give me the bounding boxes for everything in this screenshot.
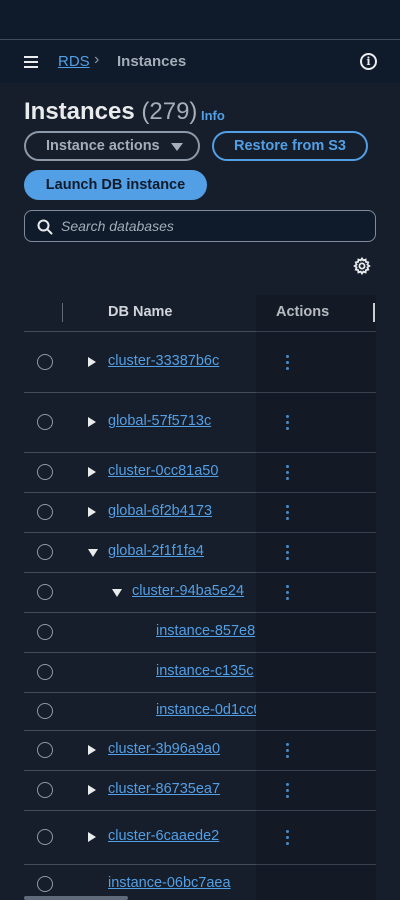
column-resize-handle[interactable] xyxy=(373,303,375,322)
row-select-radio[interactable] xyxy=(37,504,53,520)
row-select-radio[interactable] xyxy=(37,354,53,370)
table-row: cluster-3b96a9a0 xyxy=(24,731,376,771)
vertical-ellipsis-icon[interactable] xyxy=(286,465,290,481)
horizontal-scrollbar[interactable] xyxy=(24,896,128,900)
caret-right-icon[interactable] xyxy=(88,467,96,477)
row-select-radio[interactable] xyxy=(37,664,53,680)
vertical-ellipsis-icon[interactable] xyxy=(286,545,290,561)
row-select-radio[interactable] xyxy=(37,544,53,560)
search-databases-input[interactable] xyxy=(61,211,361,241)
db-name-link[interactable]: instance-c135c xyxy=(156,663,254,679)
page-title: Instances (279) xyxy=(24,98,197,126)
column-divider[interactable] xyxy=(62,303,63,322)
table-row: cluster-0cc81a50 xyxy=(24,453,376,493)
row-select-radio[interactable] xyxy=(37,624,53,640)
search-icon xyxy=(37,219,53,235)
row-select-radio[interactable] xyxy=(37,703,53,719)
table-row: instance-857e8 xyxy=(24,613,376,653)
hamburger-menu-icon[interactable] xyxy=(24,56,38,68)
caret-right-icon[interactable] xyxy=(88,832,96,842)
row-select-radio[interactable] xyxy=(37,464,53,480)
vertical-ellipsis-icon[interactable] xyxy=(286,505,290,521)
breadcrumb-rds-link[interactable]: RDS xyxy=(58,53,90,70)
db-name-link[interactable]: cluster-94ba5e24 xyxy=(132,583,244,599)
vertical-ellipsis-icon[interactable] xyxy=(286,830,290,846)
info-circle-icon[interactable]: i xyxy=(360,53,377,70)
instance-actions-label: Instance actions xyxy=(46,138,160,154)
db-name-cell: instance-c135c xyxy=(156,662,256,684)
breadcrumb-separator-icon: › xyxy=(94,51,100,68)
caret-right-icon[interactable] xyxy=(88,745,96,755)
caret-right-icon[interactable] xyxy=(88,507,96,517)
restore-from-s3-button[interactable]: Restore from S3 xyxy=(212,131,368,161)
breadcrumb-bar: RDS › Instances i xyxy=(0,41,400,83)
db-name-link[interactable]: cluster-6caaede2 xyxy=(108,828,219,844)
table-header-divider xyxy=(24,331,376,332)
vertical-ellipsis-icon[interactable] xyxy=(286,415,290,431)
row-select-radio[interactable] xyxy=(37,584,53,600)
table-row: cluster-86735ea7 xyxy=(24,771,376,811)
instance-count: (279) xyxy=(141,98,198,125)
db-name-link[interactable]: cluster-86735ea7 xyxy=(108,781,220,797)
column-header-actions: Actions xyxy=(276,304,330,320)
top-navigation-bar xyxy=(0,0,400,40)
caret-down-icon[interactable] xyxy=(88,549,98,557)
db-name-link[interactable]: global-2f1f1fa4 xyxy=(108,543,204,559)
search-box xyxy=(24,210,376,242)
row-select-radio[interactable] xyxy=(37,876,53,892)
db-name-link[interactable]: global-6f2b4173 xyxy=(108,503,212,519)
db-name-link[interactable]: cluster-3b96a9a0 xyxy=(108,741,220,757)
caret-right-icon[interactable] xyxy=(88,417,96,427)
table-row: instance-0d1cc0 xyxy=(24,693,376,731)
row-select-radio[interactable] xyxy=(37,829,53,845)
db-name-cell: instance-857e8 xyxy=(156,622,256,644)
column-header-db-name[interactable]: DB Name xyxy=(108,304,172,320)
instance-actions-dropdown[interactable]: Instance actions xyxy=(24,131,200,161)
db-name-link[interactable]: global-57f5713c xyxy=(108,413,211,429)
vertical-ellipsis-icon[interactable] xyxy=(286,585,290,601)
caret-down-icon xyxy=(171,143,183,151)
table-row: cluster-33387b6c xyxy=(24,333,376,393)
db-name-link[interactable]: instance-857e8 xyxy=(156,623,255,639)
db-name-link[interactable]: instance-0d1cc0 xyxy=(156,702,256,718)
gear-icon[interactable] xyxy=(353,257,371,275)
info-link[interactable]: Info xyxy=(201,108,225,123)
table-row: global-6f2b4173 xyxy=(24,493,376,533)
table-row: cluster-94ba5e24 xyxy=(24,573,376,613)
caret-down-icon[interactable] xyxy=(112,589,122,597)
row-select-radio[interactable] xyxy=(37,782,53,798)
page-title-text: Instances xyxy=(24,98,135,125)
vertical-ellipsis-icon[interactable] xyxy=(286,743,290,759)
caret-right-icon[interactable] xyxy=(88,785,96,795)
table-row: global-57f5713c xyxy=(24,393,376,453)
db-name-link[interactable]: instance-06bc7aea xyxy=(108,875,231,891)
table-row: instance-06bc7aea xyxy=(24,865,376,900)
launch-db-instance-button[interactable]: Launch DB instance xyxy=(24,170,207,200)
breadcrumb-current: Instances xyxy=(117,53,187,70)
db-name-link[interactable]: cluster-0cc81a50 xyxy=(108,463,218,479)
caret-right-icon[interactable] xyxy=(88,357,96,367)
db-name-cell: instance-0d1cc0 xyxy=(156,701,256,723)
row-select-radio[interactable] xyxy=(37,742,53,758)
table-row: global-2f1f1fa4 xyxy=(24,533,376,573)
db-name-link[interactable]: cluster-33387b6c xyxy=(108,353,219,369)
row-select-radio[interactable] xyxy=(37,414,53,430)
table-row: cluster-6caaede2 xyxy=(24,811,376,865)
table-row: instance-c135c xyxy=(24,653,376,693)
vertical-ellipsis-icon[interactable] xyxy=(286,355,290,371)
vertical-ellipsis-icon[interactable] xyxy=(286,783,290,799)
